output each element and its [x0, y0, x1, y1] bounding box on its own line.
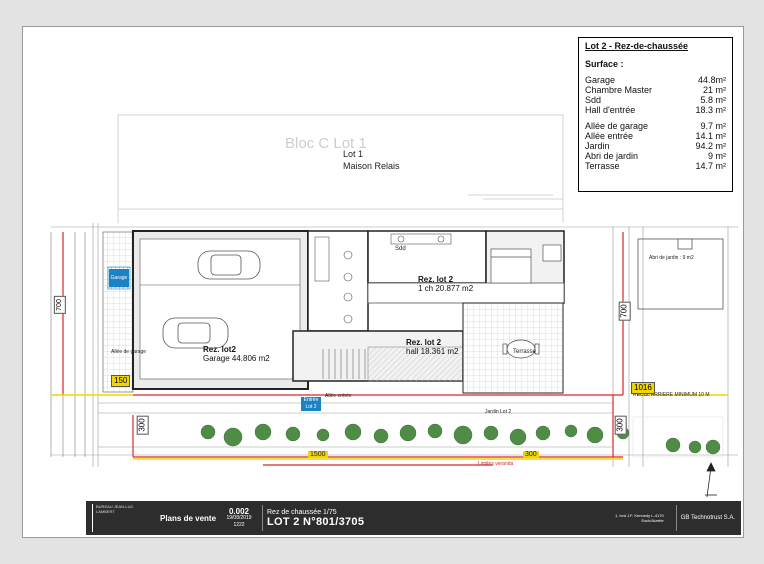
garage-room-label: Rez. lot2 Garage 44.806 m2 [203, 345, 270, 363]
summary-row: Allée entrée 14.1 m² [585, 131, 726, 141]
entree-lot2-marker: Entrée Lot 2 [301, 397, 321, 411]
summary-row: Abri de jardin 9 m² [585, 151, 726, 161]
dim-700-left: 700 [53, 296, 66, 314]
dim-300-bottom: 300 [523, 451, 539, 458]
row-value: 44.8m² [697, 75, 726, 85]
row-label: Terrasse [585, 161, 620, 171]
dim-1500: 1500 [308, 451, 328, 458]
drawing-reference: 0.002 19/08/2019 1222 [220, 506, 258, 529]
architect-logo: BUREAU JEAN-LUC LAMBERT [92, 504, 140, 532]
sdd-label: Sdd [395, 246, 406, 252]
north-arrow-icon [705, 462, 717, 498]
row-label: Jardin [585, 141, 610, 151]
row-value: 9 m² [708, 151, 726, 161]
drawing-number: 0.002 [228, 506, 250, 516]
summary-row: Sdd 5.8 m² [585, 95, 726, 105]
surface-heading: Surface : [585, 59, 624, 69]
garage-title: Rez. lot2 [203, 345, 236, 354]
lot1-subtitle: Maison Relais [343, 161, 400, 171]
row-label: Sdd [585, 95, 602, 105]
hall-title: Rez. lot 2 [406, 338, 442, 347]
summary-row: Garage 44.8m² [585, 75, 726, 85]
row-label: Garage [585, 75, 616, 85]
row-label: Chambre Master [585, 85, 653, 95]
chambre-title: Rez. lot 2 [418, 275, 454, 284]
row-value: 21 m² [702, 85, 726, 95]
plans-label: Plans de vente [160, 513, 217, 523]
terrasse-label: Terrasse [513, 349, 537, 355]
row-label: Abri de jardin [585, 151, 639, 161]
lot-subtitle: Rez de chaussée 1/75 [267, 508, 337, 516]
jardin-label: Jardin Lot 2 [485, 409, 512, 415]
company-address: 1, bvd J.F. Kennedy L-4170 Esch/Alzette [615, 513, 664, 523]
row-value: 14.1 m² [695, 131, 726, 141]
garden-shed [637, 238, 724, 310]
lot1-label: Lot 1 [343, 149, 364, 159]
plan-sheet: Bloc C Lot 1 Lot 1 Maison Relais Rez. lo… [22, 26, 744, 538]
summary-title: Lot 2 - Rez-de-chaussée [585, 41, 689, 51]
row-value: 9.7 m² [700, 121, 726, 131]
row-value: 14.7 m² [695, 161, 726, 171]
allee-entree-label: Allée entrée [325, 393, 352, 399]
dim-1016: 1016 [631, 382, 655, 394]
surface-summary-box: Lot 2 - Rez-de-chaussée Surface : Garage… [578, 37, 733, 192]
garage-entry-marker: Garage [109, 269, 129, 287]
title-block: BUREAU JEAN-LUC LAMBERT Plans de vente 0… [86, 501, 741, 535]
row-label: Allée entrée [585, 131, 634, 141]
row-label: Allée de garage [585, 121, 649, 131]
dim-150: 150 [111, 375, 131, 387]
hall-room-label: Rez. lot 2 hall 18.361 m2 [406, 338, 458, 356]
abri-label: Abri de jardin : 9 m2 [649, 255, 694, 261]
dim-700-right: 700 [618, 301, 631, 321]
chambre-room-label: Rez. lot 2 1 ch 20.877 m2 [418, 275, 473, 293]
row-value: 5.8 m² [700, 95, 726, 105]
garden-trees [200, 423, 721, 455]
hall-area: hall 18.361 m2 [406, 347, 459, 356]
summary-row: Jardin 94.2 m² [585, 141, 726, 151]
left-dimensions [50, 232, 86, 457]
summary-row: Allée de garage 9.7 m² [585, 121, 726, 131]
lot1-outline [117, 114, 564, 223]
row-label: Hall d'entrée [585, 105, 636, 115]
summary-row: Chambre Master 21 m² [585, 85, 726, 95]
garage-area: Garage 44.806 m2 [203, 354, 270, 363]
row-value: 94.2 m² [695, 141, 726, 151]
company-name: GB Technotrust S.A. [680, 515, 735, 521]
limite-veranda-label: Limites veranda [478, 461, 514, 467]
chambre-area: 1 ch 20.877 m2 [418, 284, 474, 293]
lot-title: LOT 2 N°801/3705 [267, 515, 365, 528]
row-value: 18.3 m² [695, 105, 726, 115]
lot-block: Rez de chaussée 1/75 LOT 2 N°801/3705 [267, 509, 417, 528]
dim-300-right: 300 [614, 415, 627, 435]
allee-garage-label: Allée de garage [111, 349, 147, 355]
summary-row: Terrasse 14.7 m² [585, 161, 726, 171]
drawing-date: 19/08/2019 [226, 514, 252, 521]
drawing-code: 1222 [233, 521, 245, 528]
summary-row: Hall d'entrée 18.3 m² [585, 105, 726, 115]
dim-300-left: 300 [136, 415, 149, 435]
